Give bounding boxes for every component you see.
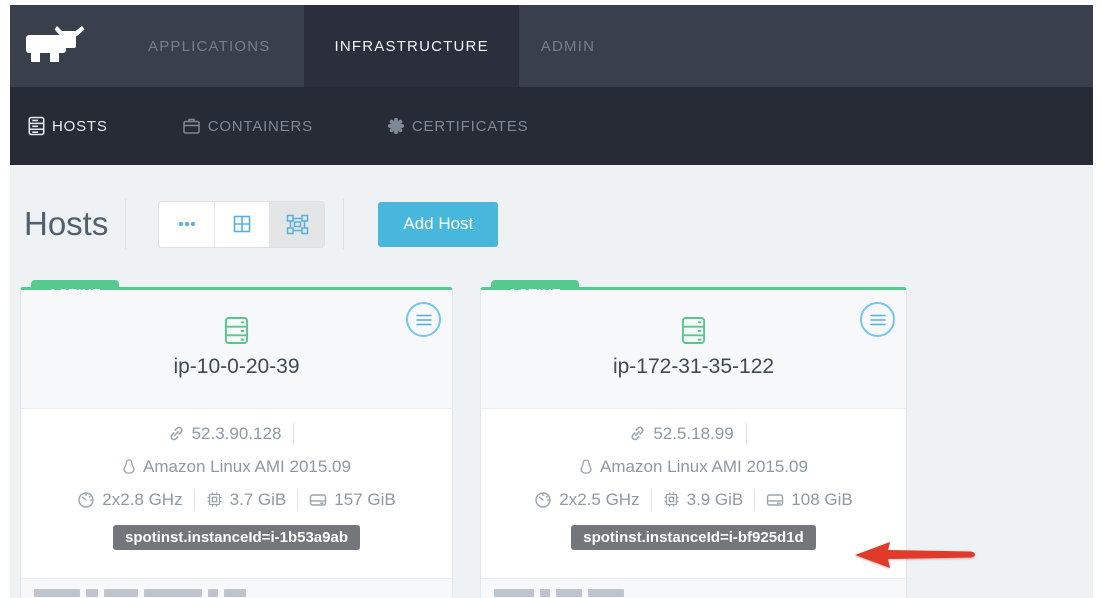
host-disk: 108 GiB — [791, 490, 852, 510]
host-os: Amazon Linux AMI 2015.09 — [600, 457, 808, 477]
disk-spec: 108 GiB — [766, 490, 852, 510]
hosts-toolbar: Hosts — [24, 196, 498, 252]
subnav-item-hosts[interactable]: HOSTS — [28, 116, 108, 136]
clipped-text — [540, 589, 550, 597]
subnav-label: CERTIFICATES — [412, 118, 529, 135]
hamburger-menu-icon — [870, 314, 886, 326]
host-os-row: Amazon Linux AMI 2015.09 — [21, 450, 452, 483]
divider — [651, 489, 652, 511]
clipped-text — [556, 589, 582, 597]
clipped-text — [104, 589, 138, 597]
memory-chip-icon — [206, 491, 223, 508]
add-host-button[interactable]: Add Host — [378, 202, 498, 247]
certificate-seal-icon — [387, 117, 405, 135]
hard-disk-icon — [309, 492, 327, 508]
clipped-text — [224, 589, 246, 597]
clipped-text — [86, 589, 98, 597]
host-ip: 52.3.90.128 — [192, 424, 282, 444]
subnav-label: CONTAINERS — [208, 118, 313, 135]
spotinst-label: spotinst.instanceId=i-1b53a9ab — [113, 525, 360, 550]
host-name[interactable]: ip-172-31-35-122 — [481, 355, 906, 379]
subnav-item-containers[interactable]: CONTAINERS — [182, 117, 313, 135]
clipped-text — [144, 589, 202, 597]
list-dots-icon — [178, 221, 196, 227]
memory-chip-icon — [663, 491, 680, 508]
hard-disk-icon — [766, 492, 784, 508]
page-title: Hosts — [24, 205, 108, 243]
cpu-spec: 2x2.5 GHz — [534, 490, 639, 510]
machine-view-button[interactable] — [269, 202, 324, 247]
host-card: ACTIVE ip-10-0-20-39 52.3.90.128 — [20, 287, 453, 598]
memory-spec: 3.7 GiB — [206, 490, 287, 510]
divider — [194, 489, 195, 511]
host-os: Amazon Linux AMI 2015.09 — [143, 457, 351, 477]
divider — [293, 423, 294, 445]
host-server-icon — [681, 316, 706, 345]
host-server-icon — [224, 316, 249, 345]
toolbar-divider — [125, 199, 126, 249]
host-card-header: ip-172-31-35-122 — [481, 290, 906, 408]
linux-tux-icon — [122, 458, 136, 475]
subnav-item-certificates[interactable]: CERTIFICATES — [387, 117, 529, 135]
spotinst-label: spotinst.instanceId=i-bf925d1d — [571, 525, 815, 550]
host-specs-row: 2x2.5 GHz 3.9 GiB 108 GiB — [481, 483, 906, 516]
view-toggle-group — [158, 201, 325, 248]
host-ip-row: 52.3.90.128 — [21, 417, 452, 450]
subnav-label: HOSTS — [52, 118, 108, 135]
annotation-arrow — [853, 540, 977, 570]
host-cpu: 2x2.5 GHz — [559, 490, 639, 510]
clipped-text — [588, 589, 624, 597]
host-os-row: Amazon Linux AMI 2015.09 — [481, 450, 906, 483]
red-arrow-icon — [855, 542, 975, 568]
tab-admin[interactable]: ADMIN — [519, 5, 629, 87]
host-ip: 52.5.18.99 — [653, 424, 733, 444]
host-card-footer-clipped — [481, 578, 906, 598]
grid-view-button[interactable] — [214, 202, 269, 247]
host-card-details: 52.3.90.128 Amazon Linux AMI 2015.09 2x2… — [21, 408, 452, 578]
top-nav: APPLICATIONS INFRASTRUCTURE ADMIN — [10, 5, 1093, 87]
host-disk: 157 GiB — [334, 490, 395, 510]
clipped-text — [494, 589, 534, 597]
host-card-details: 52.5.18.99 Amazon Linux AMI 2015.09 2x2.… — [481, 408, 906, 578]
cpu-spec: 2x2.8 GHz — [77, 490, 182, 510]
host-memory: 3.9 GiB — [687, 490, 744, 510]
infrastructure-subnav: HOSTS CONTAINERS CERTIFICATES — [10, 87, 1093, 165]
clipped-text — [34, 589, 80, 597]
tab-applications[interactable]: APPLICATIONS — [114, 5, 304, 87]
host-ip-row: 52.5.18.99 — [481, 417, 906, 450]
memory-spec: 3.9 GiB — [663, 490, 744, 510]
host-menu-button[interactable] — [406, 302, 441, 337]
host-card-header: ip-10-0-20-39 — [21, 290, 452, 408]
host-cpu: 2x2.8 GHz — [102, 490, 182, 510]
tab-infrastructure[interactable]: INFRASTRUCTURE — [304, 5, 518, 87]
gauge-icon — [534, 491, 552, 509]
host-card-footer-clipped — [21, 578, 452, 598]
link-icon — [168, 425, 185, 442]
clipped-text — [208, 589, 218, 597]
rancher-app: APPLICATIONS INFRASTRUCTURE ADMIN HOSTS … — [0, 0, 1102, 598]
divider — [746, 423, 747, 445]
rancher-cow-icon — [23, 23, 87, 69]
gauge-icon — [77, 491, 95, 509]
machine-card-view-icon — [286, 214, 309, 235]
grid-view-icon — [232, 214, 252, 234]
host-specs-row: 2x2.8 GHz 3.7 GiB 157 GiB — [21, 483, 452, 516]
server-icon — [28, 116, 45, 136]
host-name[interactable]: ip-10-0-20-39 — [21, 355, 452, 379]
divider — [754, 489, 755, 511]
list-view-button[interactable] — [159, 202, 214, 247]
hamburger-menu-icon — [416, 314, 432, 326]
disk-spec: 157 GiB — [309, 490, 395, 510]
link-icon — [629, 425, 646, 442]
linux-tux-icon — [579, 458, 593, 475]
toolbar-divider — [343, 199, 344, 249]
divider — [297, 489, 298, 511]
host-menu-button[interactable] — [860, 302, 895, 337]
host-card: ACTIVE ip-172-31-35-122 52.5.18.99 — [480, 287, 907, 598]
rancher-logo[interactable] — [10, 5, 100, 87]
container-box-icon — [182, 117, 201, 135]
host-memory: 3.7 GiB — [230, 490, 287, 510]
